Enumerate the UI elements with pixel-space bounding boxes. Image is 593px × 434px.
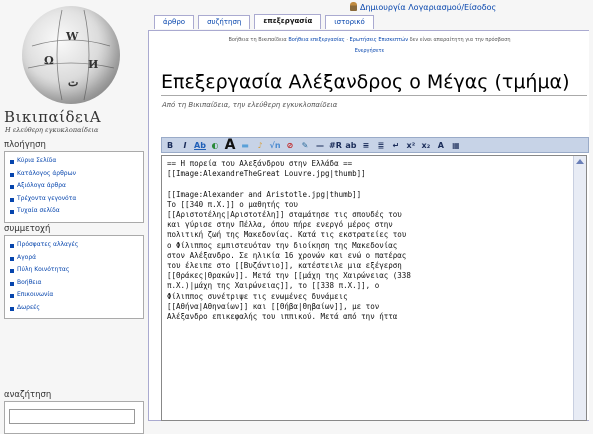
svg-text:ت: ت [68, 76, 78, 89]
search-title: αναζήτηση [4, 390, 144, 402]
nav-item-recent-changes[interactable]: Πρόσφατες αλλαγές [9, 239, 139, 252]
svg-text:W: W [65, 30, 79, 43]
svg-text:Ω: Ω [44, 54, 54, 67]
hr-button-icon[interactable]: — [314, 139, 326, 151]
tab-article[interactable]: άρθρο [154, 15, 195, 29]
bold-button-icon[interactable]: B [164, 139, 176, 151]
personal-tools: Δημιουργία Λογαριασμού/Είσοδος [350, 2, 590, 16]
editor-scrollbar[interactable] [573, 156, 586, 420]
content-area: Βοήθεια τη Βικιπαίδεια Βοήθεια επεξεργασ… [148, 30, 589, 421]
superscript-button-icon[interactable]: x² [405, 139, 417, 151]
scroll-up-arrow-icon[interactable] [576, 159, 584, 164]
nowiki-button-icon[interactable]: ⊘ [284, 139, 296, 151]
faq-link[interactable]: Ερωτήσεις Επισκεπτών [350, 37, 408, 43]
list-button-icon[interactable]: ≡ [360, 139, 372, 151]
nav-item-article-index[interactable]: Κατάλογος άρθρων [9, 168, 139, 181]
numbered-list-button-icon[interactable]: ≣ [375, 139, 387, 151]
navigation-title: πλοήγηση [4, 140, 144, 152]
nav-item-current-events[interactable]: Τρέχοντα γεγονότα [9, 193, 139, 206]
login-link[interactable]: Δημιουργία Λογαριασμού/Είσοδος [360, 3, 496, 12]
wikitext-content[interactable]: == Η πορεία του Αλεξάνδρου στην Ελλάδα =… [167, 159, 569, 322]
nav-item-contact[interactable]: Επικοινωνία [9, 289, 139, 302]
nav-item-random-page[interactable]: Τυχαία σελίδα [9, 205, 139, 218]
signature-button-icon[interactable]: ✎ [299, 139, 311, 151]
headline-button-icon[interactable]: A [224, 137, 236, 153]
tab-discussion[interactable]: συζήτηση [198, 15, 251, 29]
community-title: συμμετοχή [4, 224, 144, 236]
community-portlet: συμμετοχή Πρόσφατες αλλαγές Αγορά Πύλη Κ… [4, 224, 144, 319]
nav-item-featured-articles[interactable]: Αξιόλογα άρθρα [9, 180, 139, 193]
image-button-icon[interactable]: ▬ [239, 139, 251, 151]
nav-item-community-portal[interactable]: Πύλη Κοινότητας [9, 264, 139, 277]
edit-toolbar: B I Ab ◐ A ▬ ♪ √n ⊘ ✎ — #R ab ≡ ≣ ↵ x² x₂ A ▦ [161, 137, 589, 153]
table-button-icon[interactable]: ▦ [450, 139, 462, 151]
notice-suffix: δεν είναι απαραίτητη για την πρόσβαση [409, 37, 511, 43]
logo-tagline: Η ελεύθερη εγκυκλοπαίδεια [5, 126, 99, 134]
svg-text:И: И [88, 58, 98, 71]
tab-edit[interactable]: επεξεργασία [254, 14, 322, 29]
page-tabs: άρθρο συζήτηση επεξεργασία ιστορικό [154, 14, 378, 30]
search-portlet: αναζήτηση [4, 390, 144, 434]
external-link-button-icon[interactable]: ◐ [209, 139, 221, 151]
strike-button-icon[interactable]: ab [345, 139, 357, 151]
title-divider [161, 95, 587, 96]
search-input[interactable] [9, 409, 135, 424]
nav-item-help[interactable]: Βοήθεια [9, 277, 139, 290]
tab-history[interactable]: ιστορικό [325, 15, 374, 29]
wikitext-editor[interactable]: == Η πορεία του Αλεξάνδρου στην Ελλάδα =… [161, 155, 587, 421]
user-icon [350, 2, 357, 11]
navigation-portlet: πλοήγηση Κύρια Σελίδα Κατάλογος άρθρων Α… [4, 140, 144, 223]
notice-line2-link[interactable]: Ενεργήσετε [355, 48, 385, 54]
internal-link-button-icon[interactable]: Ab [194, 139, 206, 151]
subscript-button-icon[interactable]: x₂ [420, 139, 432, 151]
small-button-icon[interactable]: A [435, 139, 447, 151]
redirect-button-icon[interactable]: #R [329, 139, 342, 151]
logo-wordmark: ΒικιπαίδειΑ [4, 108, 102, 126]
puzzle-globe-icon: W Ω И ت [22, 6, 120, 104]
math-button-icon[interactable]: √n [269, 139, 281, 151]
media-button-icon[interactable]: ♪ [254, 139, 266, 151]
wikipedia-logo[interactable]: W Ω И ت ΒικιπαίδειΑ Η ελεύθερη εγκυκλοπα… [4, 2, 142, 134]
site-subtitle: Από τη Βικιπαίδεια, την ελεύθερη εγκυκλο… [162, 101, 338, 109]
nav-item-village-pump[interactable]: Αγορά [9, 252, 139, 265]
nav-item-main-page[interactable]: Κύρια Σελίδα [9, 155, 139, 168]
editing-help-link[interactable]: Βοήθεια επεξεργασίας [288, 37, 344, 43]
notice-prefix: Βοήθεια τη Βικιπαίδεια [228, 37, 287, 43]
linebreak-button-icon[interactable]: ↵ [390, 139, 402, 151]
italic-button-icon[interactable]: I [179, 139, 191, 151]
page-title: Επεξεργασία Αλέξανδρος ο Μέγας (τμήμα) [161, 71, 570, 93]
nav-item-donations[interactable]: Δωρεές [9, 302, 139, 315]
edit-notice: Βοήθεια τη Βικιπαίδεια Βοήθεια επεξεργασ… [228, 37, 511, 54]
